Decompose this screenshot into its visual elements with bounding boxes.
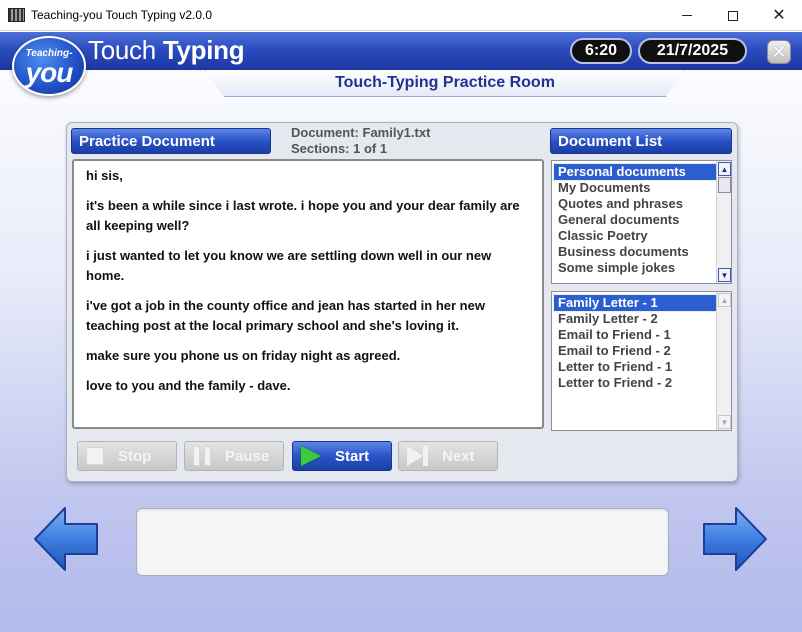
skip-next-icon <box>407 446 428 466</box>
minimize-icon <box>682 15 692 16</box>
close-icon: ✕ <box>772 6 786 24</box>
stop-label: Stop <box>118 447 152 465</box>
app-title-light: Touch <box>88 35 163 65</box>
practice-paragraph: love to you and the family - dave. <box>86 378 291 393</box>
close-icon: ✕ <box>771 41 787 62</box>
category-item[interactable]: Quotes and phrases <box>554 196 716 212</box>
category-item[interactable]: Personal documents <box>553 163 717 181</box>
arrow-right-icon[interactable] <box>702 506 768 572</box>
app-header: Touch Typing 6:20 21/7/2025 ✕ <box>0 32 802 70</box>
document-meta: Document: Family1.txt Sections: 1 of 1 <box>291 125 430 157</box>
practice-paragraph: make sure you phone us on friday night a… <box>86 348 401 363</box>
practice-paragraph: i've got a job in the county office and … <box>86 298 485 333</box>
category-item[interactable]: Some simple jokes <box>554 260 716 276</box>
room-title: Touch-Typing Practice Room <box>205 70 685 97</box>
document-item[interactable]: Email to Friend - 1 <box>554 327 716 343</box>
category-listbox[interactable]: Personal documents My Documents Quotes a… <box>551 160 732 284</box>
arrow-left-icon[interactable] <box>33 506 99 572</box>
date-display: 21/7/2025 <box>638 38 747 64</box>
chevron-down-icon: ▼ <box>720 270 729 280</box>
practice-text-area[interactable]: hi sis, it's been a while since i last w… <box>72 159 544 429</box>
document-item[interactable]: Family Letter - 1 <box>553 294 717 312</box>
practice-document-header: Practice Document <box>71 128 271 154</box>
app-icon <box>8 8 25 22</box>
category-scrollbar[interactable]: ▲ ▼ <box>716 161 731 283</box>
pause-icon <box>193 446 211 466</box>
stop-button[interactable]: Stop <box>77 441 177 471</box>
next-label: Next <box>442 447 475 465</box>
practice-paragraph: it's been a while since i last wrote. i … <box>86 198 520 233</box>
category-item[interactable]: My Documents <box>554 180 716 196</box>
practice-panel: Practice Document Document: Family1.txt … <box>66 122 738 482</box>
scroll-up-button[interactable]: ▲ <box>718 293 731 307</box>
category-item[interactable]: General documents <box>554 212 716 228</box>
play-icon <box>301 446 321 466</box>
app-area: Touch Typing 6:20 21/7/2025 ✕ Teaching- … <box>0 32 802 632</box>
stop-icon <box>86 447 104 465</box>
document-list-header: Document List <box>550 128 732 154</box>
document-scrollbar[interactable]: ▲ ▼ <box>716 292 731 430</box>
chevron-up-icon: ▲ <box>720 295 729 305</box>
document-filename: Document: Family1.txt <box>291 125 431 140</box>
pause-label: Pause <box>225 447 270 465</box>
category-item[interactable]: Business documents <box>554 244 716 260</box>
scroll-up-button[interactable]: ▲ <box>718 162 731 176</box>
window-title-bar: Teaching-you Touch Typing v2.0.0 ✕ <box>0 0 802 31</box>
close-window-button[interactable]: ✕ <box>756 0 802 31</box>
scroll-thumb[interactable] <box>718 177 731 193</box>
window-title: Teaching-you Touch Typing v2.0.0 <box>31 8 213 22</box>
start-button[interactable]: Start <box>292 441 392 471</box>
logo-text-bottom: you <box>25 57 74 88</box>
practice-paragraph: i just wanted to let you know we are set… <box>86 248 492 283</box>
app-close-button[interactable]: ✕ <box>767 40 791 64</box>
practice-paragraph: hi sis, <box>86 168 123 183</box>
document-listbox[interactable]: Family Letter - 1 Family Letter - 2 Emai… <box>551 291 732 431</box>
teaching-you-logo: Teaching- you <box>12 36 86 96</box>
chevron-up-icon: ▲ <box>720 164 729 174</box>
maximize-button[interactable] <box>710 0 756 31</box>
clock-display: 6:20 <box>570 38 632 64</box>
document-item[interactable]: Letter to Friend - 2 <box>554 375 716 391</box>
sections-count: Sections: 1 of 1 <box>291 141 388 156</box>
minimize-button[interactable] <box>664 0 710 31</box>
pause-button[interactable]: Pause <box>184 441 284 471</box>
start-label: Start <box>335 447 370 465</box>
category-item[interactable]: Classic Poetry <box>554 228 716 244</box>
document-item[interactable]: Family Letter - 2 <box>554 311 716 327</box>
app-title-bold: Typing <box>162 35 245 65</box>
document-item[interactable]: Letter to Friend - 1 <box>554 359 716 375</box>
scroll-down-button[interactable]: ▼ <box>718 268 731 282</box>
next-button[interactable]: Next <box>398 441 498 471</box>
document-item[interactable]: Email to Friend - 2 <box>554 343 716 359</box>
scroll-down-button[interactable]: ▼ <box>718 415 731 429</box>
status-message-box <box>136 508 669 576</box>
app-title: Touch Typing <box>88 35 245 66</box>
chevron-down-icon: ▼ <box>720 417 729 427</box>
maximize-icon <box>728 10 738 21</box>
